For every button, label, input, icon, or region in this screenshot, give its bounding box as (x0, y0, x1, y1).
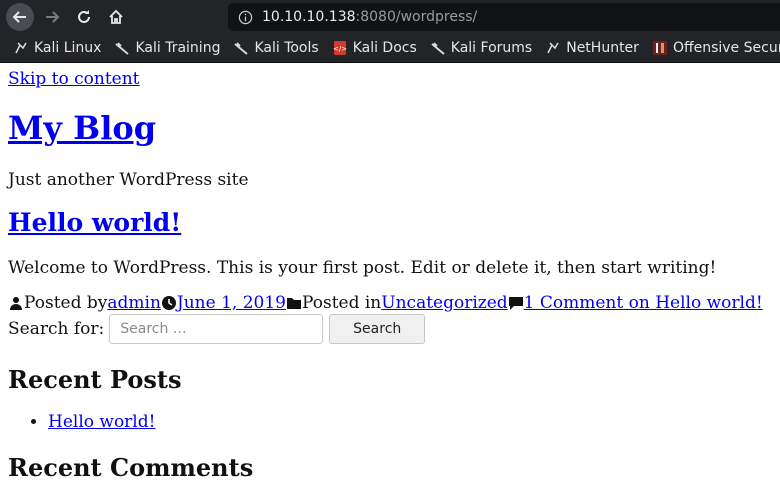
reload-button[interactable] (70, 3, 98, 31)
comment-icon (508, 297, 523, 310)
bookmark-label: Offensive Security (672, 40, 780, 56)
search-button[interactable]: Search (329, 314, 426, 344)
clock-icon (161, 296, 176, 310)
arrow-left-icon (12, 11, 26, 23)
bookmark-label: Kali Docs (352, 40, 417, 56)
author-link[interactable]: admin (107, 293, 161, 313)
home-icon (109, 9, 123, 24)
reload-icon (78, 10, 90, 23)
arrow-right-icon (46, 11, 60, 23)
forward-button[interactable] (38, 3, 66, 31)
kali-dragon-icon (14, 41, 28, 55)
search-form: Search for: Search (8, 314, 426, 344)
url-host: 10.10.10.138 (262, 9, 356, 25)
recent-posts-heading: Recent Posts (8, 365, 182, 394)
bookmark-label: Kali Linux (34, 40, 102, 56)
user-icon (10, 297, 22, 310)
bookmark-label: Kali Forums (450, 40, 533, 56)
site-title-link[interactable]: My Blog (8, 109, 156, 147)
recent-post-link[interactable]: Hello world! (48, 412, 155, 432)
category-link[interactable]: Uncategorized (381, 293, 507, 313)
bookmark-kali-forums[interactable]: Kali Forums (431, 40, 532, 56)
home-button[interactable] (102, 3, 130, 31)
address-bar[interactable]: 10.10.10.138:8080/wordpress/ (228, 3, 780, 31)
kali-docs-icon: </> (333, 41, 347, 55)
kali-dragon-icon (546, 41, 560, 55)
bookmark-kali-docs[interactable]: </> Kali Docs (333, 40, 417, 56)
bookmark-label: NetHunter (566, 40, 639, 56)
bookmarks-toolbar: Kali Linux Kali Training Kali Tools </> … (0, 34, 780, 63)
bookmark-label: Kali Training (135, 40, 221, 56)
kali-dragon-icon (115, 41, 130, 55)
bookmark-kali-training[interactable]: Kali Training (115, 40, 220, 56)
recent-posts-list: Hello world! (8, 412, 155, 432)
posted-by-label: Posted by (24, 293, 108, 313)
recent-comments-heading: Recent Comments (8, 453, 254, 482)
post-title-link[interactable]: Hello world! (8, 208, 181, 237)
post-date-link[interactable]: June 1, 2019 (177, 293, 286, 313)
comments-link[interactable]: 1 Comment on Hello world! (524, 293, 763, 313)
offsec-icon (652, 41, 667, 55)
search-input[interactable] (109, 314, 324, 344)
back-button[interactable] (6, 3, 34, 31)
bookmark-offensive-security[interactable]: Offensive Security (652, 40, 780, 56)
bookmark-kali-tools[interactable]: Kali Tools (234, 40, 319, 56)
site-tagline: Just another WordPress site (8, 170, 249, 190)
post-title: Hello world! (8, 208, 181, 237)
site-title: My Blog (8, 109, 156, 147)
bookmark-nethunter[interactable]: NetHunter (546, 40, 639, 56)
kali-dragon-icon (234, 41, 249, 55)
search-label: Search for: (8, 319, 105, 339)
post-meta: Posted by admin June 1, 2019 Posted in Unc… (8, 293, 763, 313)
kali-dragon-icon (431, 41, 445, 55)
skip-to-content-link[interactable]: Skip to content (8, 69, 140, 89)
list-item: Hello world! (48, 412, 155, 432)
url-path: :8080/wordpress/ (355, 9, 478, 25)
info-icon[interactable] (238, 10, 258, 25)
folder-icon (286, 298, 301, 309)
browser-toolbar: 10.10.10.138:8080/wordpress/ (0, 0, 780, 34)
post-body: Welcome to WordPress. This is your first… (8, 258, 717, 278)
bookmark-label: Kali Tools (254, 40, 319, 56)
bookmark-kali-linux[interactable]: Kali Linux (14, 40, 101, 56)
posted-in-label: Posted in (301, 293, 382, 313)
svg-text:</>: </> (333, 45, 347, 53)
